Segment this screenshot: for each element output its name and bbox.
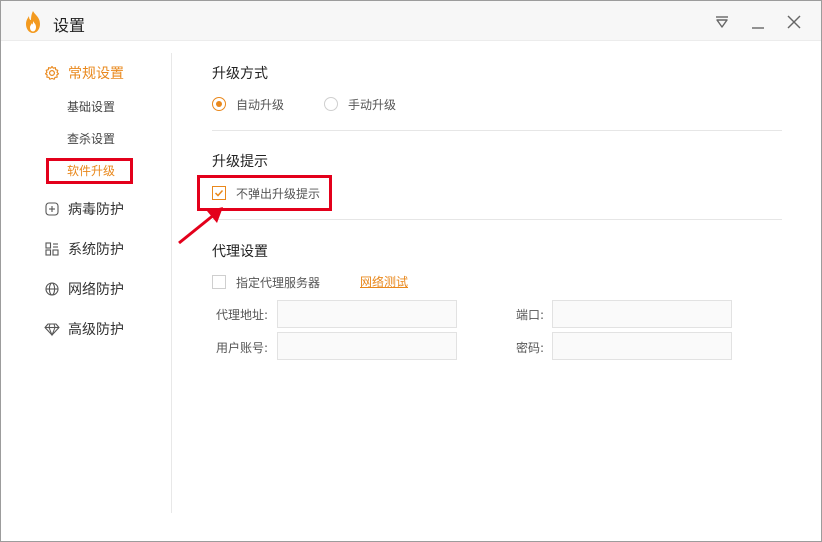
annotation-box-sidebar xyxy=(46,158,133,184)
sidebar-group-advanced[interactable]: 高级防护 xyxy=(44,318,124,340)
sidebar-group-label: 病毒防护 xyxy=(68,202,124,218)
gear-icon xyxy=(44,65,60,81)
sidebar-group-virus[interactable]: 病毒防护 xyxy=(44,198,124,220)
upgrade-mode-options: 自动升级 手动升级 xyxy=(212,95,396,113)
proxy-enable-label[interactable]: 指定代理服务器 xyxy=(236,274,320,291)
close-icon xyxy=(787,15,801,29)
sidebar-group-general[interactable]: 常规设置 xyxy=(44,62,124,84)
sidebar-group-label: 网络防护 xyxy=(68,282,124,298)
proxy-enable-option: 指定代理服务器 xyxy=(212,274,320,290)
sidebar-item-scan[interactable]: 查杀设置 xyxy=(67,130,115,148)
settings-window: 设置 常规设置 基础设置 查杀设置 软件升级 病毒防护 系统防护 网络防护 高级… xyxy=(0,0,822,542)
proxy-address-label: 代理地址: xyxy=(216,308,269,322)
dropdown-menu-icon xyxy=(716,16,728,28)
menu-button[interactable] xyxy=(711,11,733,33)
proxy-password-label: 密码: xyxy=(516,341,545,355)
proxy-address-input[interactable] xyxy=(277,300,457,328)
window-title: 设置 xyxy=(53,16,86,35)
auto-upgrade-label[interactable]: 自动升级 xyxy=(236,96,284,113)
network-test-link[interactable]: 网络测试 xyxy=(360,273,408,290)
proxy-user-input[interactable] xyxy=(277,332,457,360)
sidebar-group-label: 常规设置 xyxy=(68,66,124,82)
minimize-icon xyxy=(752,27,764,29)
upgrade-prompt-title: 升级提示 xyxy=(212,154,268,170)
section-divider xyxy=(212,130,782,131)
plus-square-icon xyxy=(44,201,60,217)
sidebar-group-system[interactable]: 系统防护 xyxy=(44,238,124,260)
minimize-button[interactable] xyxy=(747,11,769,33)
upgrade-mode-title: 升级方式 xyxy=(212,66,268,82)
flame-logo-icon xyxy=(23,10,43,34)
proxy-enable-checkbox[interactable] xyxy=(212,275,226,289)
close-button[interactable] xyxy=(783,11,805,33)
sidebar-group-label: 系统防护 xyxy=(68,242,124,258)
sidebar-divider xyxy=(171,53,172,513)
proxy-password-input[interactable] xyxy=(552,332,732,360)
grid-icon xyxy=(44,241,60,257)
manual-upgrade-label[interactable]: 手动升级 xyxy=(348,96,396,113)
sidebar-group-network[interactable]: 网络防护 xyxy=(44,278,124,300)
proxy-port-input[interactable] xyxy=(552,300,732,328)
auto-upgrade-radio[interactable] xyxy=(212,97,226,111)
globe-icon xyxy=(44,281,60,297)
manual-upgrade-radio[interactable] xyxy=(324,97,339,111)
proxy-user-label: 用户账号: xyxy=(216,341,269,355)
diamond-icon xyxy=(44,321,60,337)
title-bar: 设置 xyxy=(1,1,821,41)
section-divider xyxy=(212,219,782,220)
annotation-arrow-icon xyxy=(175,201,235,247)
sidebar-item-basic[interactable]: 基础设置 xyxy=(67,98,115,116)
proxy-port-label: 端口: xyxy=(516,308,545,322)
sidebar-group-label: 高级防护 xyxy=(68,322,124,338)
